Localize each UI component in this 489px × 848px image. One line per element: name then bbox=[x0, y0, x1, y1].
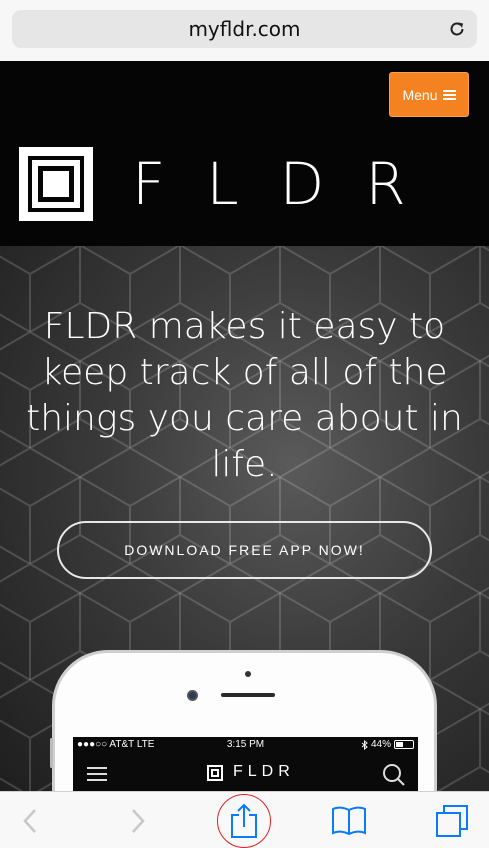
share-icon bbox=[231, 803, 257, 838]
tabs-button[interactable] bbox=[432, 792, 472, 848]
phone-screen: ●●●○○ AT&T LTE 3:15 PM 44% FLDR bbox=[73, 737, 418, 791]
app-title: FLDR bbox=[233, 763, 295, 780]
battery-percent: 44% bbox=[370, 739, 391, 750]
address-bar[interactable]: myfldr.com bbox=[12, 10, 477, 48]
browser-chrome: myfldr.com bbox=[0, 0, 489, 61]
forward-icon bbox=[132, 808, 145, 833]
app-header: FLDR bbox=[73, 757, 418, 791]
hero-headline: FLDR makes it easy to keep track of all … bbox=[26, 306, 463, 485]
fldr-logo-icon bbox=[19, 147, 93, 221]
browser-toolbar bbox=[0, 791, 489, 848]
url-text[interactable]: myfldr.com bbox=[12, 10, 477, 48]
tabs-icon bbox=[436, 804, 468, 837]
search-icon bbox=[383, 764, 405, 786]
share-button[interactable] bbox=[224, 792, 264, 848]
logo-wordmark: FLDR bbox=[132, 150, 447, 218]
phone-mockup: ●●●○○ AT&T LTE 3:15 PM 44% FLDR bbox=[50, 650, 437, 791]
menu-label: Menu bbox=[402, 86, 438, 103]
bookmarks-icon bbox=[332, 806, 366, 835]
hero-section: FLDR makes it easy to keep track of all … bbox=[0, 246, 489, 791]
phone-speaker bbox=[221, 693, 275, 697]
reload-icon[interactable] bbox=[447, 19, 467, 39]
menu-button[interactable]: Menu bbox=[389, 72, 469, 117]
phone-side-button bbox=[50, 738, 53, 768]
bookmarks-button[interactable] bbox=[328, 792, 370, 848]
back-button[interactable] bbox=[10, 792, 50, 848]
phone-sensor bbox=[245, 671, 251, 677]
app-logo-icon bbox=[207, 765, 223, 781]
phone-status-bar: ●●●○○ AT&T LTE 3:15 PM 44% bbox=[73, 737, 418, 755]
phone-camera bbox=[187, 690, 198, 701]
download-app-button[interactable]: DOWNLOAD FREE APP NOW! bbox=[57, 521, 432, 579]
forward-button[interactable] bbox=[118, 792, 158, 848]
battery-icon bbox=[394, 740, 414, 749]
site-header: Menu FLDR bbox=[0, 61, 489, 246]
hamburger-icon bbox=[442, 89, 456, 100]
back-icon bbox=[23, 808, 36, 833]
app-menu-icon bbox=[87, 767, 107, 781]
bluetooth-icon bbox=[361, 739, 368, 750]
